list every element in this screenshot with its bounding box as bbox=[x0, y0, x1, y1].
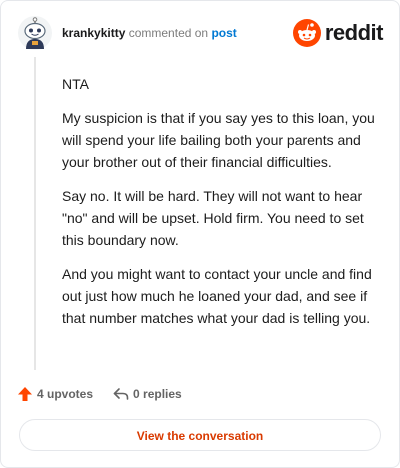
comment-header: krankykitty commented on post bbox=[62, 26, 237, 40]
comment-card: krankykitty commented on post reddit NTA… bbox=[0, 0, 400, 468]
arrow-up-icon bbox=[18, 387, 32, 401]
user-avatar[interactable] bbox=[17, 15, 53, 51]
view-conversation-button[interactable]: View the conversation bbox=[19, 419, 381, 451]
comment-paragraph: My suspicion is that if you say yes to t… bbox=[62, 110, 375, 170]
upvote-button[interactable]: 4 upvotes bbox=[17, 386, 93, 402]
post-link[interactable]: post bbox=[211, 26, 236, 40]
username-link[interactable]: krankykitty bbox=[62, 26, 125, 40]
comment-paragraph: NTA bbox=[62, 76, 89, 92]
comment-body: NTA My suspicion is that if you say yes … bbox=[62, 73, 380, 341]
thread-line bbox=[34, 57, 36, 370]
reply-arrow-icon bbox=[113, 388, 129, 400]
reddit-brand[interactable]: reddit bbox=[292, 19, 384, 47]
reply-button[interactable]: 0 replies bbox=[113, 386, 182, 402]
comment-paragraph: Say no. It will be hard. They will not w… bbox=[62, 188, 364, 248]
reddit-wordmark: reddit bbox=[324, 20, 384, 45]
avatar-icon bbox=[18, 16, 52, 50]
reddit-logo-icon bbox=[292, 19, 321, 47]
comment-paragraph: And you might want to contact your uncle… bbox=[62, 266, 372, 326]
reply-count: 0 replies bbox=[133, 387, 182, 401]
commented-on-text: commented on bbox=[128, 26, 209, 40]
upvote-count: 4 upvotes bbox=[37, 387, 94, 401]
comment-actions: 4 upvotes 0 replies bbox=[17, 386, 202, 402]
